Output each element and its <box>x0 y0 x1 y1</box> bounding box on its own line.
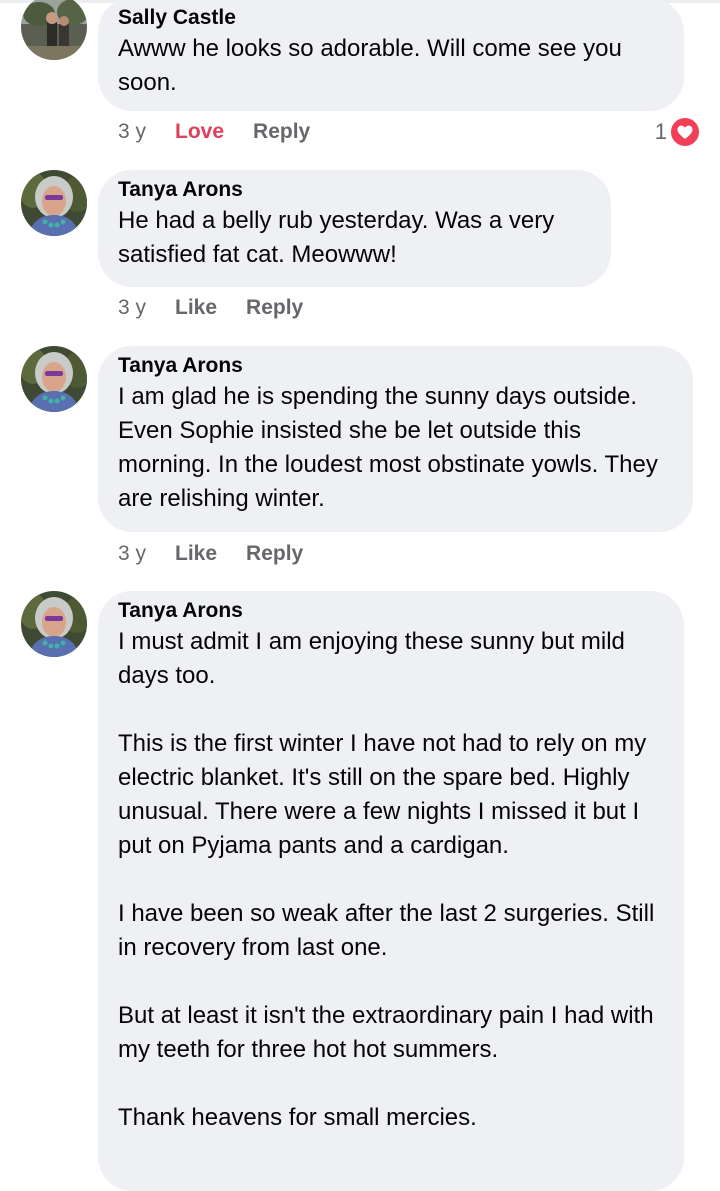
comment-paragraph: Thank heavens for small mercies. <box>118 1104 477 1131</box>
comment-paragraph: This is the first winter I have not had … <box>118 730 647 859</box>
comment-bubble: Tanya Arons I must admit I am enjoying t… <box>98 591 684 1191</box>
like-button[interactable]: Like <box>175 296 217 320</box>
comment-paragraph: But at least it isn't the extraordinary … <box>118 1002 654 1063</box>
comment-actions: 3 y Like Reply <box>118 293 332 323</box>
avatar[interactable] <box>21 0 87 60</box>
avatar[interactable] <box>21 346 87 412</box>
comment-bubble: Sally Castle Awww he looks so adorable. … <box>98 0 684 111</box>
comment-actions: 3 y Love Reply <box>118 117 339 147</box>
comment-paragraph: I must admit I am enjoying these sunny b… <box>118 628 625 689</box>
comment-author[interactable]: Tanya Arons <box>118 597 664 625</box>
comment-author[interactable]: Sally Castle <box>118 4 664 32</box>
reply-button[interactable]: Reply <box>246 542 303 566</box>
comment-timestamp[interactable]: 3 y <box>118 120 146 144</box>
comment-text: I am glad he is spending the sunny days … <box>118 383 658 512</box>
avatar[interactable] <box>21 170 87 236</box>
comment-author[interactable]: Tanya Arons <box>118 352 673 380</box>
love-heart-icon <box>670 117 700 147</box>
love-button[interactable]: Love <box>175 120 224 144</box>
comment-timestamp[interactable]: 3 y <box>118 542 146 566</box>
comment-actions: 3 y Like Reply <box>118 539 332 569</box>
comment-text: He had a belly rub yesterday. Was a very… <box>118 207 555 268</box>
comment-paragraph: I have been so weak after the last 2 sur… <box>118 900 655 961</box>
comment-bubble: Tanya Arons He had a belly rub yesterday… <box>98 170 611 287</box>
comment-author[interactable]: Tanya Arons <box>118 176 591 204</box>
reply-button[interactable]: Reply <box>253 120 310 144</box>
like-button[interactable]: Like <box>175 542 217 566</box>
avatar[interactable] <box>21 591 87 657</box>
comment-timestamp[interactable]: 3 y <box>118 296 146 320</box>
reaction-summary[interactable]: 1 <box>655 117 700 147</box>
comment-text: Awww he looks so adorable. Will come see… <box>118 35 622 96</box>
comment-bubble: Tanya Arons I am glad he is spending the… <box>98 346 693 532</box>
reaction-count: 1 <box>654 119 667 144</box>
reply-button[interactable]: Reply <box>246 296 303 320</box>
